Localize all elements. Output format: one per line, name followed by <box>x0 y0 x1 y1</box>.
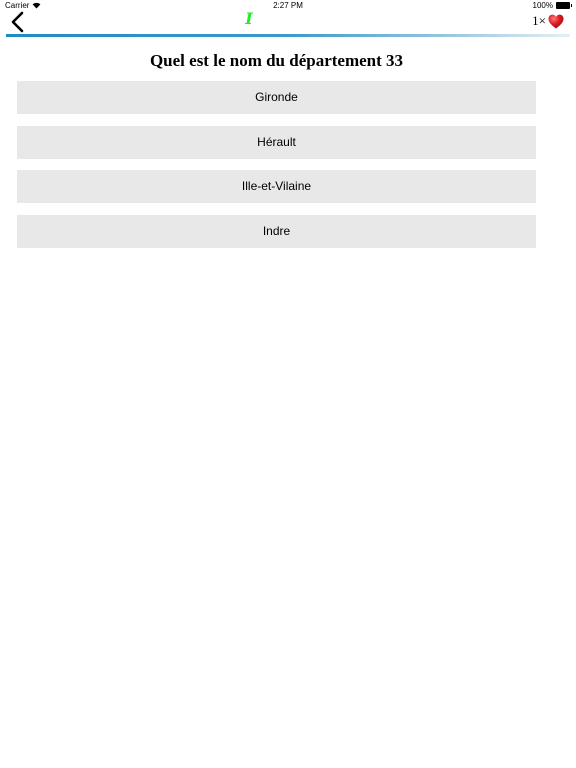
app-logo: I <box>245 9 253 28</box>
navigation-bar: I 1× <box>0 10 576 36</box>
battery-icon <box>556 2 572 9</box>
answer-button[interactable]: Indre <box>17 214 536 248</box>
progress-divider <box>6 34 570 37</box>
heart-icon <box>548 14 564 28</box>
answer-button[interactable]: Hérault <box>17 125 536 159</box>
lives-counter: 1× <box>532 13 564 29</box>
answer-list: Gironde Hérault Ille-et-Vilaine Indre <box>17 81 536 259</box>
back-button[interactable] <box>8 11 30 33</box>
battery-group: 100% <box>532 1 572 10</box>
status-time: 2:27 PM <box>273 1 303 10</box>
answer-button[interactable]: Ille-et-Vilaine <box>17 170 536 203</box>
answer-button[interactable]: Gironde <box>17 81 536 114</box>
chevron-left-icon <box>11 11 24 33</box>
lives-count: 1× <box>532 13 546 28</box>
question-title: Quel est le nom du département 33 <box>149 51 404 70</box>
battery-percent: 100% <box>532 1 553 10</box>
